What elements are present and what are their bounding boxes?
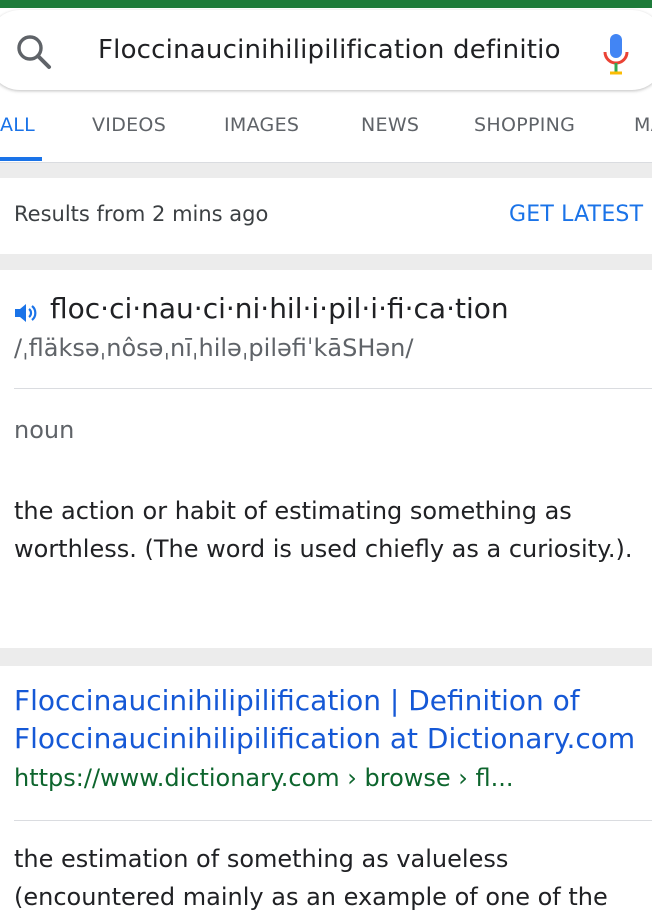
results-time-text: Results from 2 mins ago <box>14 202 269 226</box>
section-gap <box>0 254 652 270</box>
tab-shopping[interactable]: SHOPPING <box>474 114 575 136</box>
result-title-link[interactable]: Floccinaucinihilipilification | Definiti… <box>14 682 644 758</box>
result-snippet: the estimation of something as valueless… <box>14 845 608 911</box>
part-of-speech: noun <box>14 416 75 444</box>
get-latest-button[interactable]: GET LATEST <box>509 202 643 227</box>
tab-videos[interactable]: VIDEOS <box>92 114 166 136</box>
definition-text: the action or habit of estimating someth… <box>14 497 633 563</box>
search-result: Floccinaucinihilipilification | Definiti… <box>0 666 652 912</box>
tab-news[interactable]: NEWS <box>361 114 419 136</box>
divider <box>14 820 652 821</box>
active-tab-indicator <box>0 157 42 161</box>
results-freshness-bar: Results from 2 mins ago GET LATEST <box>0 178 652 254</box>
phonetic-spelling: /ˌfläksəˌnôsəˌnīˌhiləˌpiləfiˈkāSHən/ <box>14 334 414 362</box>
section-gap <box>0 648 652 666</box>
section-gap <box>0 163 652 178</box>
tab-images[interactable]: IMAGES <box>224 114 299 136</box>
search-tabs: ALL VIDEOS IMAGES NEWS SHOPPING MA <box>0 96 652 162</box>
status-bar-accent <box>0 0 652 8</box>
speaker-icon[interactable] <box>14 302 40 324</box>
mic-icon[interactable] <box>602 34 630 78</box>
tab-more[interactable]: MA <box>634 114 652 136</box>
divider <box>14 388 652 389</box>
search-box[interactable]: Floccinaucinihilipilification definitio <box>0 10 652 90</box>
result-url[interactable]: https://www.dictionary.com › browse › fl… <box>14 764 514 792</box>
dictionary-word: floc·ci·nau·ci·ni·hil·i·pil·i·fi·ca·tion <box>50 292 509 325</box>
search-results-page: Floccinaucinihilipilification definitio … <box>0 0 652 912</box>
search-icon[interactable] <box>14 32 54 72</box>
search-input[interactable]: Floccinaucinihilipilification definitio <box>98 10 563 90</box>
tab-all[interactable]: ALL <box>0 114 35 136</box>
dictionary-card: floc·ci·nau·ci·ni·hil·i·pil·i·fi·ca·tion… <box>0 270 652 648</box>
